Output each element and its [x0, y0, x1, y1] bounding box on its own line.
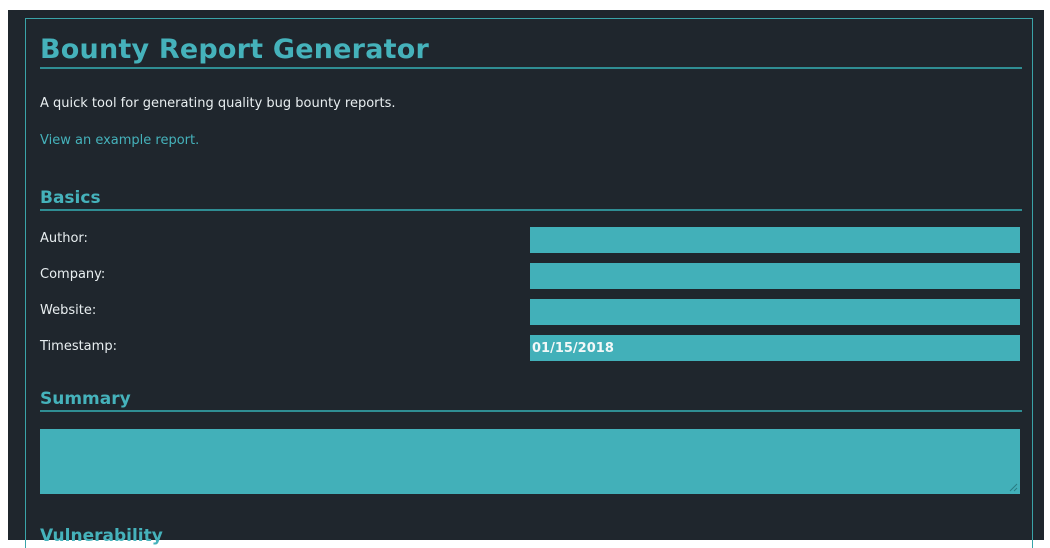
vulnerability-heading: Vulnerability [40, 526, 163, 546]
author-label: Author: [40, 231, 88, 246]
basics-heading: Basics [40, 188, 101, 208]
resize-grip-icon[interactable] [1008, 482, 1018, 492]
summary-heading: Summary [40, 389, 131, 409]
timestamp-input[interactable] [530, 335, 1020, 361]
report-panel: Bounty Report Generator A quick tool for… [25, 18, 1033, 548]
timestamp-label: Timestamp: [40, 339, 117, 354]
summary-textarea[interactable] [40, 429, 1020, 494]
page-background: Bounty Report Generator A quick tool for… [8, 10, 1044, 548]
website-input[interactable] [530, 299, 1020, 325]
website-label: Website: [40, 303, 97, 318]
company-label: Company: [40, 267, 106, 282]
example-report-link[interactable]: View an example report. [40, 133, 199, 148]
summary-divider [40, 410, 1022, 412]
title-divider [40, 67, 1022, 69]
company-input[interactable] [530, 263, 1020, 289]
page-title: Bounty Report Generator [40, 34, 429, 65]
page-subtitle: A quick tool for generating quality bug … [40, 96, 396, 111]
basics-divider [40, 209, 1022, 211]
timestamp-row: Timestamp: [40, 335, 1022, 361]
company-row: Company: [40, 263, 1022, 289]
website-row: Website: [40, 299, 1022, 325]
author-row: Author: [40, 227, 1022, 253]
author-input[interactable] [530, 227, 1020, 253]
